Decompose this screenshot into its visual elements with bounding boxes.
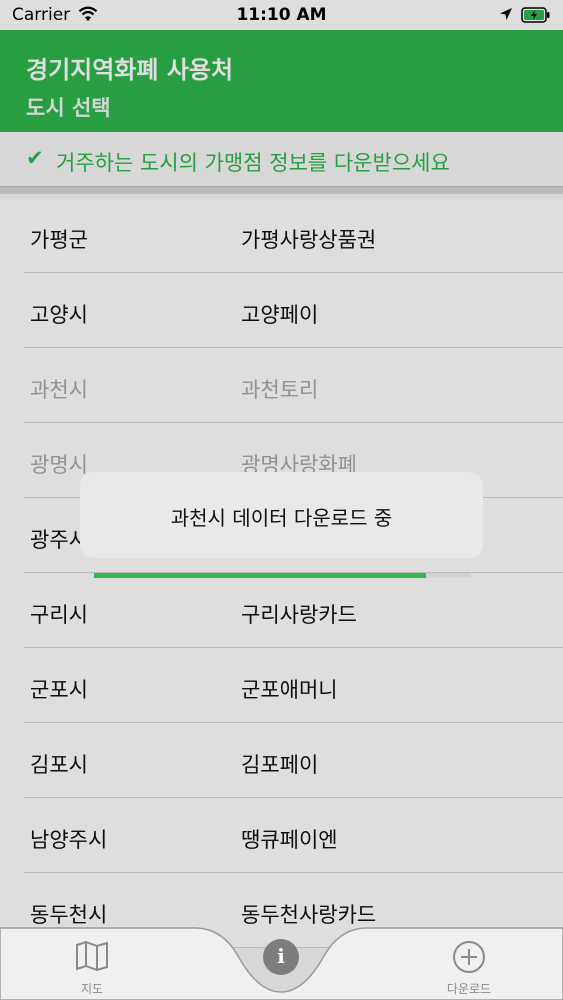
download-message: 과천시 데이터 다운로드 중: [170, 506, 393, 530]
info-icon: i: [277, 944, 285, 968]
tab-map-label: 지도: [80, 982, 104, 996]
plus-circle-icon: [452, 940, 486, 978]
download-dialog: 과천시 데이터 다운로드 중: [80, 472, 483, 558]
tab-map[interactable]: 지도: [12, 926, 172, 1000]
tab-download-label: 다운로드: [446, 982, 492, 996]
download-progress-bar: [94, 573, 471, 578]
map-icon: [75, 940, 109, 976]
tab-download[interactable]: 다운로드: [389, 926, 549, 1000]
download-progress-fill: [94, 573, 426, 578]
info-tab-button[interactable]: i: [263, 939, 299, 975]
